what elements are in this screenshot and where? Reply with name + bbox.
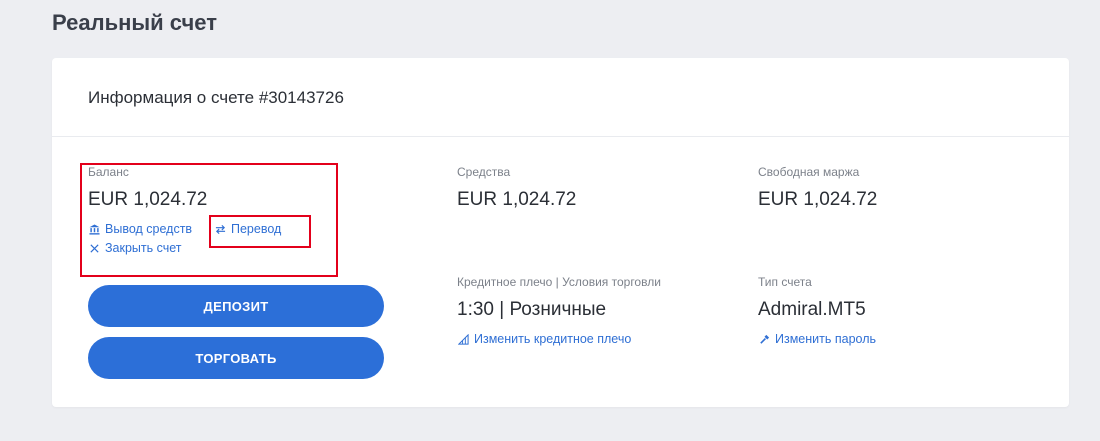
funds-value: EUR 1,024.72 (457, 189, 577, 210)
balance-label: Баланс (88, 165, 129, 179)
free-margin-value: EUR 1,024.72 (758, 189, 878, 210)
change-leverage-link[interactable]: Изменить кредитное плечо (457, 332, 631, 346)
account-type-value: Admiral.MT5 (758, 299, 866, 320)
transfer-arrows-icon (214, 223, 226, 235)
page-title: Реальный счет (52, 10, 217, 35)
withdraw-link-label: Вывод средств (105, 222, 193, 236)
deposit-button[interactable]: ДЕПОЗИТ (88, 285, 384, 327)
balance-value: EUR 1,024.72 (88, 189, 208, 210)
transfer-link[interactable]: Перевод (214, 222, 281, 236)
change-password-link-label: Изменить пароль (775, 332, 877, 346)
leverage-value: 1:30 | Розничные (457, 299, 607, 320)
change-password-link[interactable]: Изменить пароль (758, 332, 876, 346)
account-type-label: Тип счета (758, 275, 812, 289)
funds-label: Средства (457, 165, 511, 179)
key-icon (758, 333, 770, 345)
card-title: Информация о счете #30143726 (88, 88, 344, 107)
transfer-link-label: Перевод (231, 222, 282, 236)
withdraw-link[interactable]: Вывод средств (88, 222, 192, 236)
free-margin-label: Свободная маржа (758, 165, 860, 179)
card-header: Информация о счете #30143726 (52, 58, 1069, 137)
close-account-link[interactable]: Закрыть счет (88, 241, 182, 255)
close-account-link-label: Закрыть счет (105, 241, 182, 255)
change-leverage-link-label: Изменить кредитное плечо (474, 332, 632, 346)
leverage-icon (457, 333, 469, 345)
leverage-label: Кредитное плечо | Условия торговли (457, 275, 661, 289)
account-info-card: Информация о счете #30143726 Баланс EUR … (52, 58, 1069, 407)
close-icon (88, 242, 100, 254)
trade-button[interactable]: ТОРГОВАТЬ (88, 337, 384, 379)
bank-icon (88, 223, 100, 235)
